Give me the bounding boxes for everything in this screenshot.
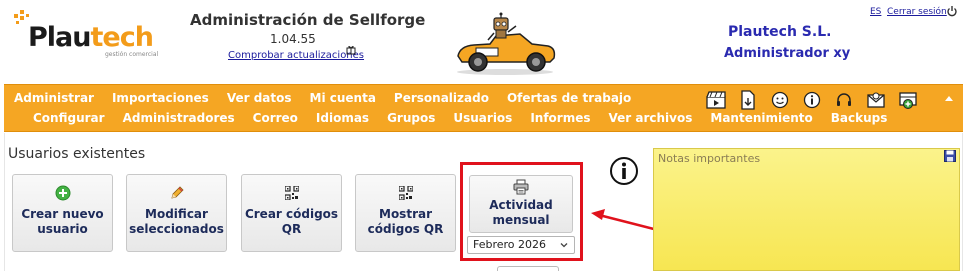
robot-car-mascot-icon [457,12,556,75]
qr-code-icon [398,185,414,201]
nav-item-administrar[interactable]: Administrar [14,91,94,105]
app-title: Administración de Sellforge [190,11,426,29]
important-notes-panel[interactable]: Notas importantes [653,148,960,271]
monthly-activity-label: Actividad mensual [489,198,553,227]
modify-selected-label: Modificar seleccionados [129,207,224,236]
save-icon[interactable] [944,150,956,162]
month-select-value: Febrero 2026 [473,238,547,251]
app-header: Plautech gestión comercial Administració… [0,0,967,82]
nav-icon-toolbar [704,89,920,111]
right-frame-line [962,133,963,271]
nav-row-1: Administrar Importaciones Ver datos Mi c… [14,91,649,105]
create-qr-codes-button[interactable]: Crear códigos QR [241,174,342,252]
show-qr-codes-label: Mostrar códigos QR [367,207,444,236]
left-frame-line [4,133,5,271]
inbox-plus-icon[interactable] [896,89,920,111]
gift-icon [346,46,356,55]
plautech-logo[interactable]: Plautech gestión comercial [12,8,172,64]
main-nav-bar: Administrar Importaciones Ver datos Mi c… [4,84,963,132]
nav-item-correo[interactable]: Correo [253,111,298,125]
nav-item-importaciones[interactable]: Importaciones [112,91,209,105]
language-link[interactable]: ES [870,7,881,17]
nav-item-ofertas-de-trabajo[interactable]: Ofertas de trabajo [507,91,631,105]
logout-link[interactable]: Cerrar sesión [887,7,947,17]
nav-row-2: Configurar Administradores Correo Idioma… [33,111,905,125]
smiley-icon[interactable] [768,89,792,111]
notes-title: Notas importantes [658,152,761,165]
user-role: Administrador xy [724,46,851,61]
logo-text-accent: tech [90,22,154,53]
clapperboard-icon[interactable] [704,89,728,111]
headset-icon[interactable] [832,89,856,111]
nav-item-informes[interactable]: Informes [530,111,590,125]
chevron-down-icon [560,243,568,248]
modify-selected-button[interactable]: Modificar seleccionados [126,174,227,252]
nav-item-personalizado[interactable]: Personalizado [394,91,489,105]
logo-wordmark: Plautech [28,22,154,53]
nav-item-configurar[interactable]: Configurar [33,111,105,125]
check-updates-link[interactable]: Comprobar actualizaciones [228,50,364,61]
nav-item-ver-archivos[interactable]: Ver archivos [609,111,693,125]
pencil-icon [169,185,185,201]
app-version: 1.04.55 [270,32,316,46]
power-icon[interactable] [946,5,958,17]
nav-item-usuarios[interactable]: Usuarios [453,111,512,125]
document-download-icon[interactable] [736,89,760,111]
qr-code-icon [284,185,300,201]
info-circle-icon [610,157,638,185]
month-select[interactable]: Febrero 2026 [467,236,575,254]
logo-tagline: gestión comercial [105,51,159,58]
add-circle-icon [55,185,71,201]
create-user-button[interactable]: Crear nuevo usuario [12,174,113,252]
section-title: Usuarios existentes [8,146,146,162]
mail-at-icon[interactable] [864,89,888,111]
company-name: Plautech S.L. [728,24,832,40]
nav-item-ver-datos[interactable]: Ver datos [227,91,292,105]
create-user-label: Crear nuevo usuario [21,207,104,236]
collapse-up-icon[interactable] [942,93,956,103]
nav-item-idiomas[interactable]: Idiomas [316,111,369,125]
show-qr-codes-button[interactable]: Mostrar códigos QR [355,174,456,252]
nav-item-mi-cuenta[interactable]: Mi cuenta [310,91,376,105]
create-qr-codes-label: Crear códigos QR [244,207,339,236]
partial-button-stub [497,266,559,271]
info-icon[interactable] [800,89,824,111]
nav-item-mantenimiento[interactable]: Mantenimiento [710,111,812,125]
printer-icon [513,179,529,195]
nav-item-administradores[interactable]: Administradores [123,111,235,125]
nav-item-backups[interactable]: Backups [831,111,888,125]
monthly-activity-button[interactable]: Actividad mensual [469,175,573,233]
nav-item-grupos[interactable]: Grupos [387,111,435,125]
logo-text-dark: Plau [28,22,91,53]
